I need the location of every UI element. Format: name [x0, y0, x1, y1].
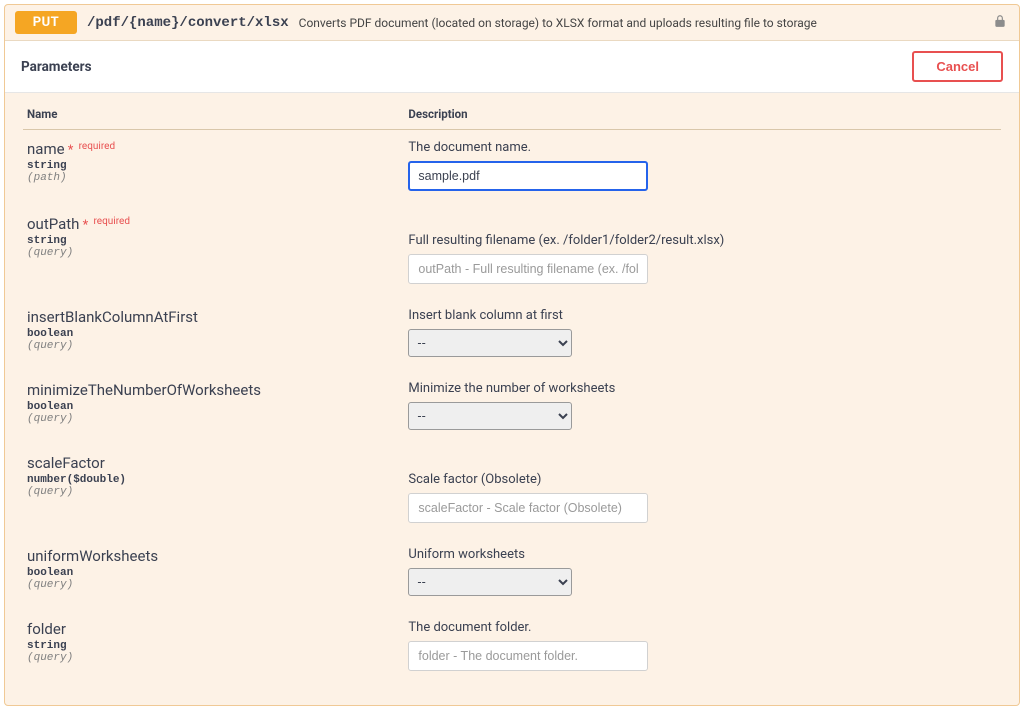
operation-block: PUT /pdf/{name}/convert/xlsx Converts PD… [4, 4, 1020, 706]
lock-icon[interactable] [993, 14, 1007, 32]
param-description: Full resulting filename (ex. /folder1/fo… [408, 233, 997, 248]
param-name-cell: minimizeTheNumberOfWorksheets boolean(que… [23, 371, 404, 444]
param-row: minimizeTheNumberOfWorksheets boolean(que… [23, 371, 1001, 444]
param-in: (query) [27, 340, 400, 352]
parameters-title: Parameters [21, 59, 92, 75]
param-select[interactable]: -- [408, 568, 572, 596]
param-row: scaleFactor number($double)(query) Scale f… [23, 444, 1001, 537]
param-row: name * required string(path) The document … [23, 130, 1001, 206]
param-desc-cell: Full resulting filename (ex. /folder1/fo… [404, 205, 1001, 298]
param-in: (query) [27, 247, 400, 259]
param-type: string [27, 235, 400, 247]
required-label: required [94, 216, 130, 227]
param-type: boolean [27, 567, 400, 579]
param-description: The document folder. [408, 620, 997, 635]
param-name: outPath [27, 215, 79, 233]
param-desc-cell: The document name. [404, 130, 1001, 206]
cancel-button[interactable]: Cancel [912, 51, 1003, 82]
param-name: folder [27, 620, 66, 638]
param-desc-cell: The document folder. [404, 610, 1001, 685]
param-in: (query) [27, 579, 400, 591]
operation-summary: Converts PDF document (located on storag… [299, 16, 817, 30]
param-row: insertBlankColumnAtFirst boolean(query) In… [23, 298, 1001, 371]
param-name-cell: outPath * required string(query) [23, 205, 404, 298]
parameters-table: Name Description name * requiredstring(p… [23, 97, 1001, 685]
param-type: boolean [27, 401, 400, 413]
param-description: Insert blank column at first [408, 308, 997, 323]
operation-path: /pdf/{name}/convert/xlsx [87, 15, 289, 31]
param-text-input[interactable] [408, 493, 648, 523]
param-name: scaleFactor [27, 454, 105, 472]
parameters-table-wrapper: Name Description name * requiredstring(p… [5, 93, 1019, 705]
param-row: folder string(query) The document folder. [23, 610, 1001, 685]
param-in: (query) [27, 486, 400, 498]
param-select[interactable]: -- [408, 402, 572, 430]
param-desc-cell: Scale factor (Obsolete) [404, 444, 1001, 537]
param-name: name [27, 140, 65, 158]
param-desc-cell: Minimize the number of worksheets -- [404, 371, 1001, 444]
param-name: insertBlankColumnAtFirst [27, 308, 198, 326]
param-desc-cell: Uniform worksheets -- [404, 537, 1001, 610]
parameters-bar: Parameters Cancel [5, 41, 1019, 93]
param-name-cell: name * required string(path) [23, 130, 404, 206]
param-row: uniformWorksheets boolean(query) Uniform w… [23, 537, 1001, 610]
param-name-cell: scaleFactor number($double)(query) [23, 444, 404, 537]
required-star: * [65, 143, 77, 158]
param-text-input[interactable] [408, 641, 648, 671]
col-header-name: Name [23, 97, 404, 130]
param-row: outPath * required string(query) Full resu… [23, 205, 1001, 298]
param-description: Scale factor (Obsolete) [408, 472, 997, 487]
param-name: uniformWorksheets [27, 547, 158, 565]
param-in: (query) [27, 413, 400, 425]
required-star: * [79, 218, 91, 233]
param-type: string [27, 160, 400, 172]
param-description: Uniform worksheets [408, 547, 997, 562]
operation-header[interactable]: PUT /pdf/{name}/convert/xlsx Converts PD… [5, 5, 1019, 41]
param-description: Minimize the number of worksheets [408, 381, 997, 396]
param-in: (path) [27, 172, 400, 184]
param-name-cell: insertBlankColumnAtFirst boolean(query) [23, 298, 404, 371]
param-name-cell: folder string(query) [23, 610, 404, 685]
param-description: The document name. [408, 140, 997, 155]
param-type: number($double) [27, 474, 400, 486]
param-text-input[interactable] [408, 254, 648, 284]
param-name: minimizeTheNumberOfWorksheets [27, 381, 261, 399]
param-type: boolean [27, 328, 400, 340]
param-type: string [27, 640, 400, 652]
param-desc-cell: Insert blank column at first -- [404, 298, 1001, 371]
http-method-badge: PUT [15, 11, 77, 34]
col-header-description: Description [404, 97, 1001, 130]
param-text-input[interactable] [408, 161, 648, 191]
required-label: required [79, 141, 115, 152]
param-name-cell: uniformWorksheets boolean(query) [23, 537, 404, 610]
param-select[interactable]: -- [408, 329, 572, 357]
param-in: (query) [27, 652, 400, 664]
